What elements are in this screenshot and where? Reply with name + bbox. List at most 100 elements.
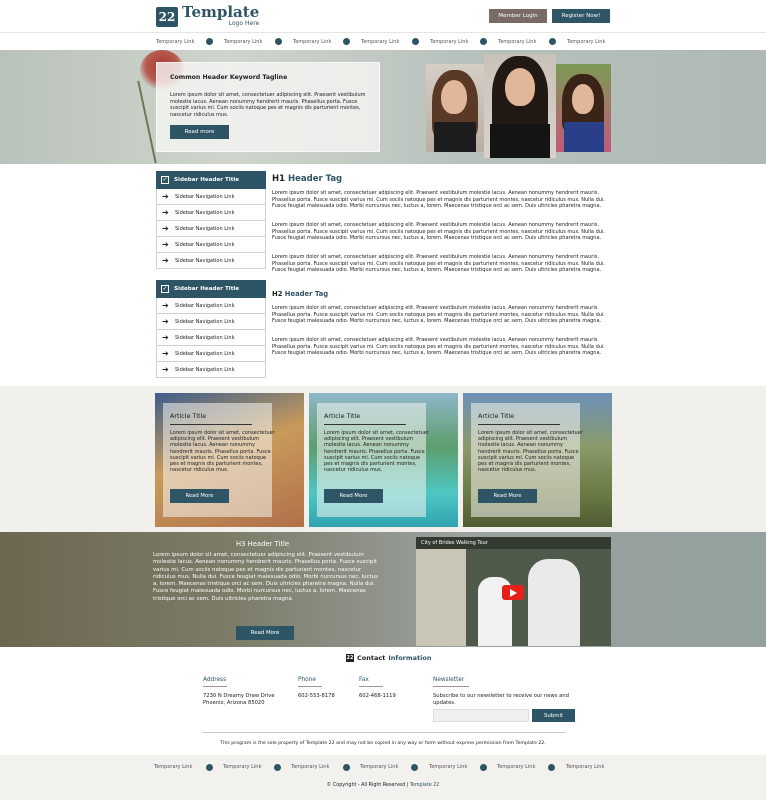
sidebar-nav-link[interactable]: ➔ Sidebar Navigation Link [156,221,266,237]
play-button-icon[interactable] [502,585,524,600]
footer: Temporary Link Temporary Link Temporary … [0,755,766,800]
arrow-right-icon: ➔ [162,333,169,342]
newsletter-email-input[interactable] [433,709,529,722]
sidebar-nav-link[interactable]: ➔ Sidebar Navigation Link [156,189,266,205]
article-read-more-button[interactable]: Read More [324,489,383,503]
copyright-text: © Copyright - All Right Reserved | [326,783,409,788]
nav-link[interactable]: Temporary Link [156,39,194,45]
sidebar-nav-link[interactable]: ➔ Sidebar Navigation Link [156,237,266,253]
footer-separator-icon [480,764,487,771]
face-shape [441,80,467,114]
body-paragraph: Lorem ipsum dolor sit amet, consectetuer… [272,305,605,325]
contact-heading: 22 Contact Information [346,654,431,662]
sidebar-nav-link[interactable]: ➔ Sidebar Navigation Link [156,298,266,314]
woman-photo-left [426,64,484,152]
article-divider [324,424,406,425]
h1-heading: H1 Header Tag [272,174,342,184]
address-label: Address [203,677,227,683]
footer-separator-icon [411,764,418,771]
clothing-shape [490,124,550,158]
article-panel: Article Title Lorem ipsum dolor sit amet… [163,403,275,517]
footer-link[interactable]: Temporary Link [291,764,329,770]
copyright-brand-link[interactable]: Template 22 [410,783,440,788]
footer-link[interactable]: Temporary Link [429,764,467,770]
sidebar-nav-label: Sidebar Navigation Link [175,334,235,341]
body-paragraph: Lorem ipsum dolor sit amet, consectetuer… [272,337,605,357]
footer-link[interactable]: Temporary Link [566,764,604,770]
address-line1: 7230 N Dreamy Draw Drive [203,693,275,699]
nav-separator-icon [206,38,213,45]
h1-prefix: H1 [272,174,286,184]
sidebar-nav-label: Sidebar Navigation Link [175,302,235,309]
video-embed[interactable]: City of Brides Walking Tour [416,537,611,646]
nav-separator-icon [412,38,419,45]
sidebar-header-title: Sidebar Header Title [174,177,240,183]
sidebar-nav-label: Sidebar Navigation Link [175,350,235,357]
video-title[interactable]: City of Brides Walking Tour [421,540,488,546]
fax-value: 602-468-1119 [359,693,396,699]
nav-link[interactable]: Temporary Link [293,39,331,45]
nav-link[interactable]: Temporary Link [567,39,605,45]
sidebar-nav-label: Sidebar Navigation Link [175,193,235,200]
address-value: 7230 N Dreamy Draw Drive Phoenix, Arizon… [203,693,275,707]
legal-notice: This program is the sole property of Tem… [220,741,546,746]
nav-link[interactable]: Temporary Link [498,39,536,45]
body-paragraph: Lorem ipsum dolor sit amet, consectetuer… [272,190,605,210]
phone-label: Phone [298,677,316,683]
h3-heading: H3 Header Title [236,540,290,548]
sidebar-nav-link[interactable]: ➔ Sidebar Navigation Link [156,362,266,378]
body-paragraph: Lorem ipsum dolor sit amet, consectetuer… [272,254,605,274]
sidebar-nav-link[interactable]: ➔ Sidebar Navigation Link [156,314,266,330]
article-card: Article Title Lorem ipsum dolor sit amet… [463,393,612,527]
newsletter-divider [433,686,469,687]
member-login-button[interactable]: Member Login [489,9,547,23]
footer-separator-icon [343,764,350,771]
article-panel: Article Title Lorem ipsum dolor sit amet… [471,403,583,517]
clothing-shape [434,122,476,152]
footer-link[interactable]: Temporary Link [223,764,261,770]
h3-text: Lorem ipsum dolor sit amet, consectetuer… [153,552,378,602]
arrow-right-icon: ➔ [162,192,169,201]
sidebar-nav-link[interactable]: ➔ Sidebar Navigation Link [156,253,266,269]
newsletter-text: Subscribe to our newsletter to receive o… [433,693,569,706]
nav-separator-icon [343,38,350,45]
sidebar-nav-link[interactable]: ➔ Sidebar Navigation Link [156,330,266,346]
footer-link[interactable]: Temporary Link [497,764,535,770]
footer-link[interactable]: Temporary Link [360,764,398,770]
logo-mark: 22 [156,7,178,27]
phone-value: 602-553-8178 [298,693,335,699]
sidebar-header: ✓ Sidebar Header Title [156,171,266,189]
video-person-image [528,559,580,646]
sidebar-nav-label: Sidebar Navigation Link [175,241,235,248]
footer-link[interactable]: Temporary Link [154,764,192,770]
logo[interactable]: 22 Template Logo Here [156,5,259,28]
hero-read-more-button[interactable]: Read more [170,125,229,139]
page: 22 Template Logo Here Member Login Regis… [0,0,766,800]
footer-separator-icon [548,764,555,771]
hero-tagline: Common Header Keyword Tagline [170,74,288,81]
main-nav: Temporary Link Temporary Link Temporary … [0,32,766,50]
arrow-right-icon: ➔ [162,365,169,374]
newsletter-submit-button[interactable]: Submit [532,709,575,722]
article-read-more-button[interactable]: Read More [170,489,229,503]
logo-text: Template Logo Here [182,5,259,28]
clothing-shape [564,122,604,152]
copyright: © Copyright - All Right Reserved | Templ… [0,783,766,788]
nav-link[interactable]: Temporary Link [224,39,262,45]
nav-link[interactable]: Temporary Link [430,39,468,45]
article-read-more-button[interactable]: Read More [478,489,537,503]
arrow-right-icon: ➔ [162,349,169,358]
article-text: Lorem ipsum dolor sit amet, consectetuer… [324,430,429,474]
sidebar-nav-link[interactable]: ➔ Sidebar Navigation Link [156,205,266,221]
nav-link[interactable]: Temporary Link [361,39,399,45]
sidebar-nav-label: Sidebar Navigation Link [175,366,235,373]
register-button[interactable]: Register Now! [552,9,610,23]
hero-text: Lorem ipsum dolor sit amet, consectetuer… [170,92,366,118]
h1-text: Header Tag [288,174,343,184]
arrow-right-icon: ➔ [162,208,169,217]
arrow-right-icon: ➔ [162,240,169,249]
h3-read-more-button[interactable]: Read More [236,626,294,640]
sidebar-nav-link[interactable]: ➔ Sidebar Navigation Link [156,346,266,362]
sidebar-header-title: Sidebar Header Title [174,286,240,292]
article-text: Lorem ipsum dolor sit amet, consectetuer… [478,430,583,474]
